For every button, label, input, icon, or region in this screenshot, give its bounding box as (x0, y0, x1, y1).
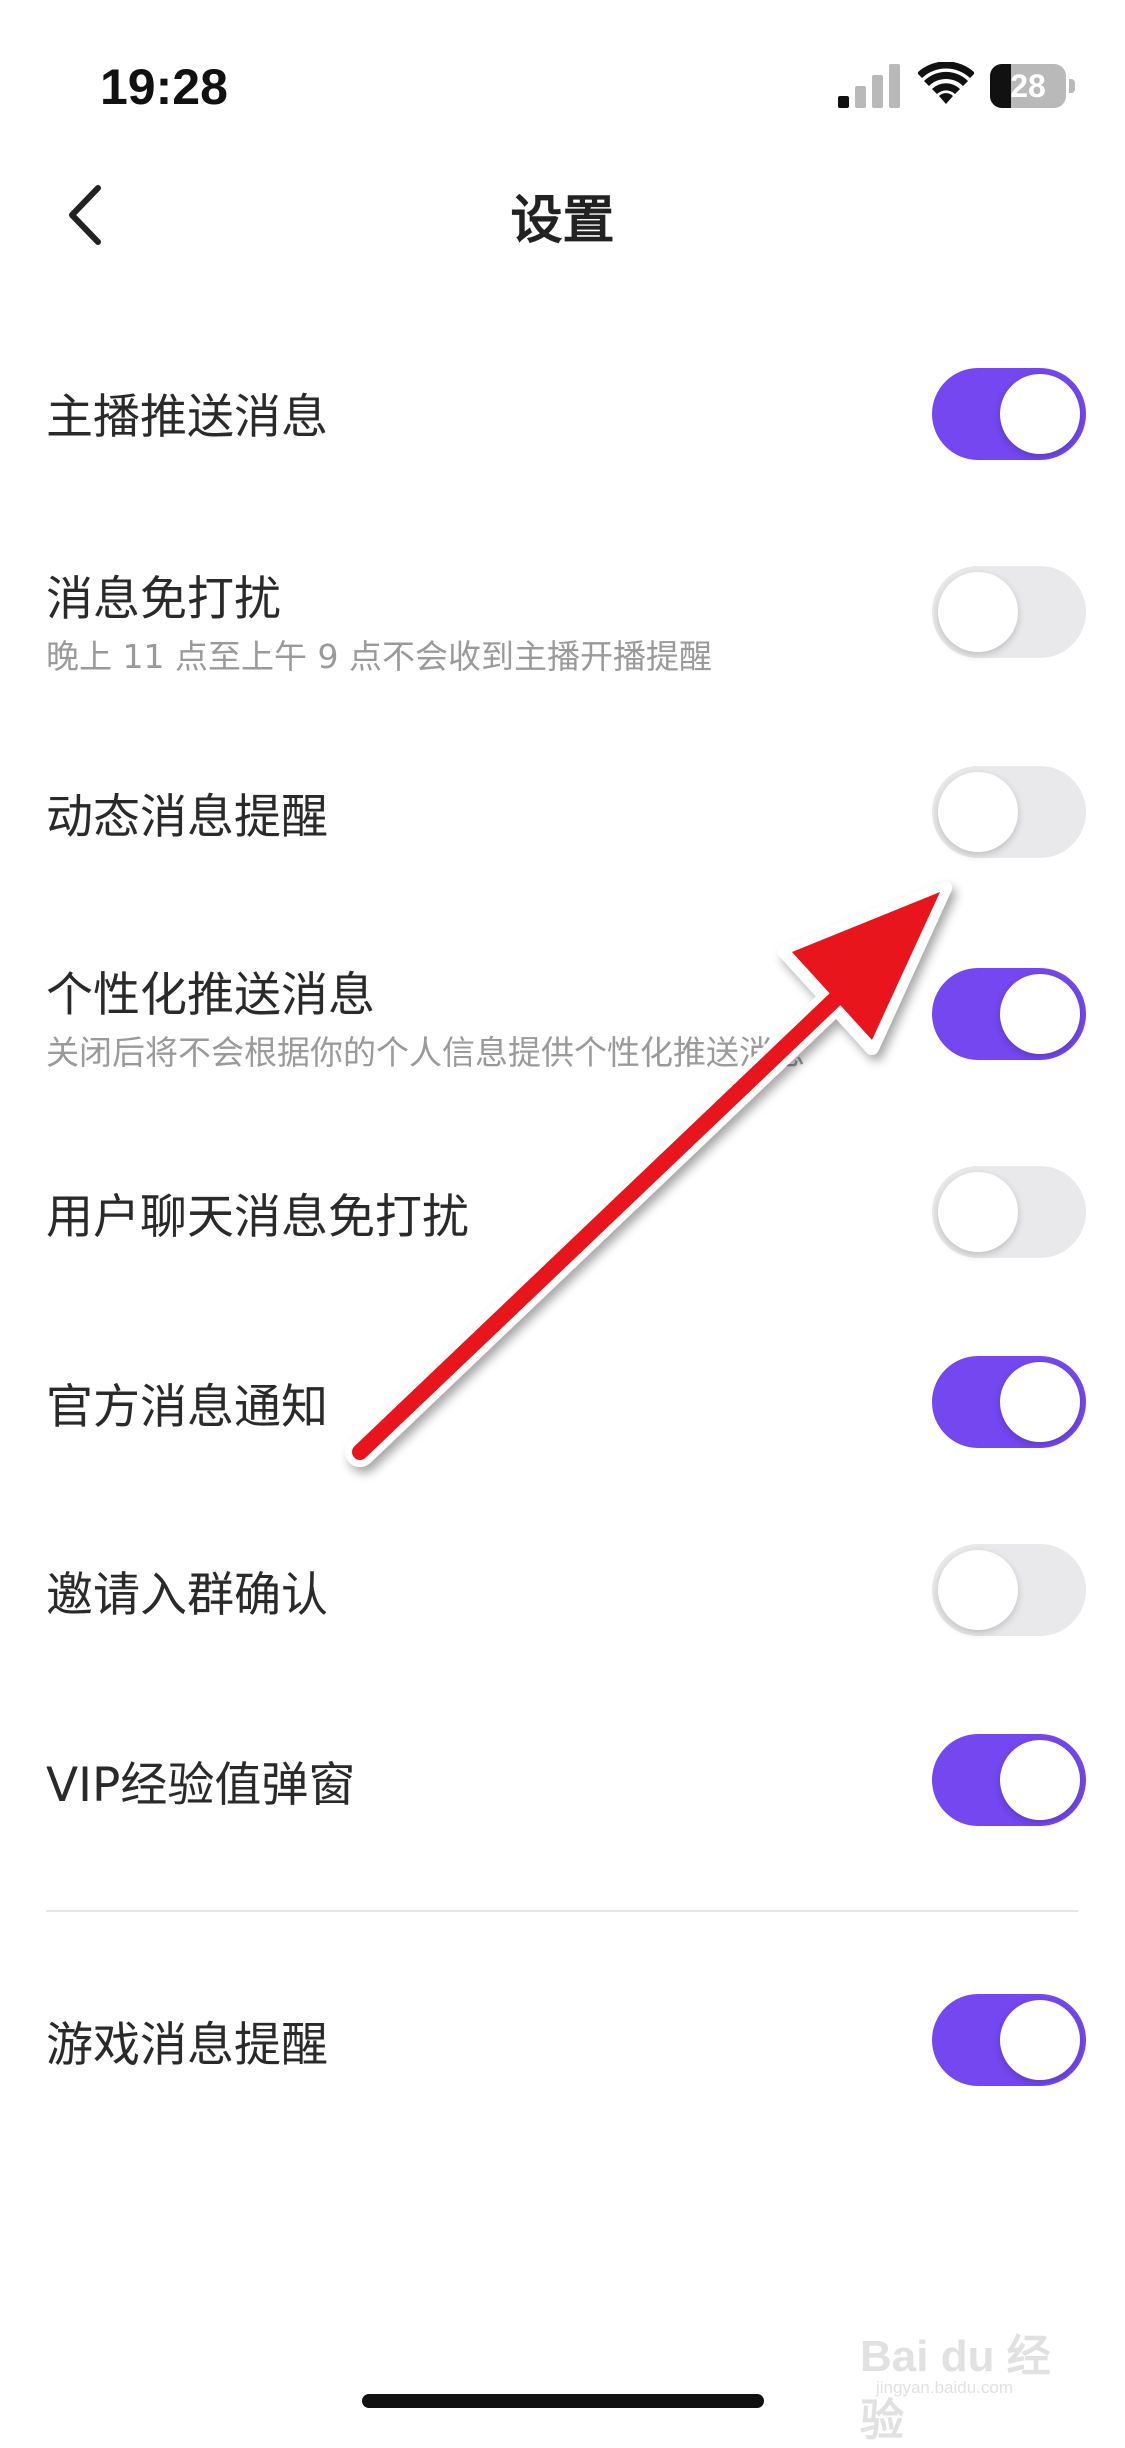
setting-label: 个性化推送消息 (46, 968, 375, 1023)
watermark-sub: jingyan.baidu.com (876, 2378, 1014, 2397)
toggle-feed-reminder[interactable] (932, 766, 1086, 858)
setting-vip-popup: VIP经验值弹窗 (0, 1734, 1125, 1844)
toggle-vip-popup[interactable] (932, 1734, 1086, 1826)
setting-official-notice: 官方消息通知 (0, 1356, 1125, 1466)
setting-anchor-push: 主播推送消息 (0, 360, 1125, 470)
toggle-anchor-push[interactable] (932, 368, 1086, 460)
wifi-icon (918, 62, 974, 104)
toggle-group-invite-confirm[interactable] (932, 1544, 1086, 1636)
home-indicator[interactable] (362, 2394, 764, 2408)
setting-label: VIP经验值弹窗 (46, 1758, 356, 1813)
baidu-watermark-logo: Bai du 经验 jingyan.baidu.com (860, 2310, 1080, 2445)
toggle-do-not-disturb[interactable] (932, 566, 1086, 658)
setting-group-invite-confirm: 邀请入群确认 (0, 1544, 1125, 1654)
toggle-game-reminder[interactable] (932, 1994, 1086, 2086)
battery-icon: 28 (990, 64, 1076, 108)
setting-feed-reminder: 动态消息提醒 (0, 766, 1125, 876)
setting-game-reminder: 游戏消息提醒 (0, 1994, 1125, 2104)
setting-label: 官方消息通知 (46, 1380, 328, 1435)
page-title: 设置 (510, 191, 615, 251)
status-time: 19:28 (100, 59, 228, 115)
setting-description: 晚上 11 点至上午 9 点不会收到主播开播提醒 (46, 637, 712, 676)
battery-level: 28 (1010, 68, 1046, 104)
status-bar: 19:28 28 (0, 0, 1125, 150)
setting-label: 动态消息提醒 (46, 790, 328, 845)
setting-label: 消息免打扰 (46, 572, 281, 627)
setting-label: 游戏消息提醒 (46, 2018, 328, 2073)
setting-label: 邀请入群确认 (46, 1568, 328, 1623)
toggle-official-notice[interactable] (932, 1356, 1086, 1448)
setting-description: 关闭后将不会根据你的个人信息提供个性化推送消息 (46, 1033, 805, 1072)
setting-personalized-push: 个性化推送消息 关闭后将不会根据你的个人信息提供个性化推送消息 (0, 956, 1125, 1096)
setting-label: 用户聊天消息免打扰 (46, 1190, 469, 1245)
toggle-personalized-push[interactable] (932, 968, 1086, 1060)
signal-icon (838, 64, 900, 108)
section-divider (46, 1910, 1078, 1912)
setting-chat-do-not-disturb: 用户聊天消息免打扰 (0, 1166, 1125, 1276)
toggle-chat-do-not-disturb[interactable] (932, 1166, 1086, 1258)
setting-label: 主播推送消息 (46, 390, 328, 445)
setting-do-not-disturb: 消息免打扰 晚上 11 点至上午 9 点不会收到主播开播提醒 (0, 560, 1125, 700)
